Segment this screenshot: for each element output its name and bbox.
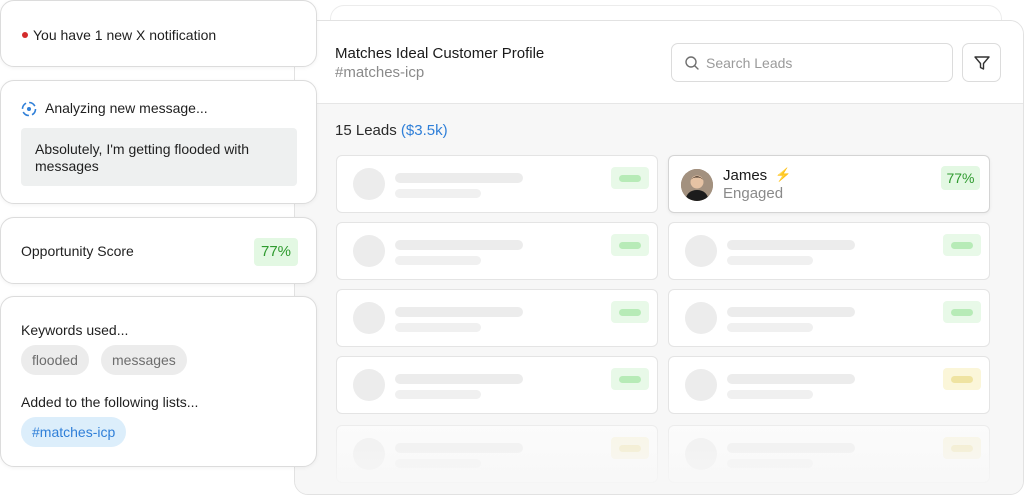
panel-header: Matches Ideal Customer Profile #matches-… xyxy=(295,21,1023,104)
analysis-title: Analyzing new message... xyxy=(45,100,208,116)
opportunity-score-badge: 77% xyxy=(254,238,298,266)
notification-text: You have 1 new X notification xyxy=(33,27,217,43)
name-placeholder xyxy=(395,374,523,384)
leads-panel: Matches Ideal Customer Profile #matches-… xyxy=(294,20,1024,495)
opportunity-score-card: Opportunity Score 77% xyxy=(0,217,317,284)
score-placeholder xyxy=(943,368,981,390)
filter-icon xyxy=(973,55,990,70)
analyzed-message: Absolutely, I'm getting flooded with mes… xyxy=(21,128,297,186)
status-placeholder xyxy=(727,459,813,468)
lists-label: Added to the following lists... xyxy=(21,394,199,410)
avatar-placeholder xyxy=(685,302,717,334)
name-placeholder xyxy=(395,443,523,453)
status-placeholder xyxy=(395,189,481,198)
lead-card-placeholder[interactable] xyxy=(668,289,990,347)
lead-card-placeholder[interactable] xyxy=(336,222,658,280)
avatar-placeholder xyxy=(353,438,385,470)
search-icon xyxy=(685,56,699,70)
status-placeholder xyxy=(727,323,813,332)
name-placeholder xyxy=(395,307,523,317)
opportunity-score-label: Opportunity Score xyxy=(21,243,134,259)
avatar-placeholder xyxy=(353,302,385,334)
spinner-icon xyxy=(21,101,37,117)
score-placeholder xyxy=(943,301,981,323)
bolt-icon: ⚡ xyxy=(775,167,792,182)
status-placeholder xyxy=(727,256,813,265)
status-placeholder xyxy=(395,256,481,265)
panel-subtitle: #matches-icp xyxy=(335,64,425,81)
status-placeholder xyxy=(395,390,481,399)
lead-card-placeholder[interactable] xyxy=(336,289,658,347)
name-placeholder xyxy=(727,240,855,250)
name-placeholder xyxy=(727,443,855,453)
name-placeholder xyxy=(395,173,523,183)
score-placeholder xyxy=(611,301,649,323)
leads-count-text: 15 Leads xyxy=(335,122,397,139)
lead-name: James xyxy=(723,167,768,184)
search-box[interactable] xyxy=(671,43,953,82)
name-placeholder xyxy=(395,240,523,250)
analysis-card: Analyzing new message... Absolutely, I'm… xyxy=(0,80,317,204)
score-placeholder xyxy=(611,167,649,189)
name-placeholder xyxy=(727,307,855,317)
status-placeholder xyxy=(395,459,481,468)
list-chip[interactable]: #matches-icp xyxy=(21,417,127,447)
lead-card-placeholder[interactable] xyxy=(668,222,990,280)
score-placeholder xyxy=(611,368,649,390)
keyword-chip[interactable]: flooded xyxy=(21,345,89,375)
panel-title: Matches Ideal Customer Profile xyxy=(335,45,545,62)
keywords-card: Keywords used... flooded messages Added … xyxy=(0,296,317,467)
avatar-placeholder xyxy=(353,369,385,401)
score-placeholder xyxy=(943,437,981,459)
filter-button[interactable] xyxy=(962,43,1001,82)
score-placeholder xyxy=(611,437,649,459)
avatar-placeholder xyxy=(353,168,385,200)
lead-card-placeholder[interactable] xyxy=(336,155,658,213)
status-placeholder xyxy=(395,323,481,332)
red-dot-icon xyxy=(22,32,28,38)
avatar-placeholder xyxy=(353,235,385,267)
avatar-placeholder xyxy=(685,369,717,401)
avatar-placeholder xyxy=(685,438,717,470)
keyword-chip[interactable]: messages xyxy=(101,345,187,375)
avatar-placeholder xyxy=(685,235,717,267)
lead-card-placeholder[interactable] xyxy=(668,425,990,483)
status-placeholder xyxy=(727,390,813,399)
avatar xyxy=(681,169,713,201)
leads-count: 15 Leads ($3.5k) xyxy=(335,122,448,139)
score-placeholder xyxy=(943,234,981,256)
leads-value: ($3.5k) xyxy=(400,122,448,139)
lead-score-badge: 77% xyxy=(941,166,980,190)
lead-card-placeholder[interactable] xyxy=(336,425,658,483)
lead-card-james[interactable]: James ⚡ Engaged 77% xyxy=(668,155,990,213)
notification-card[interactable]: You have 1 new X notification xyxy=(0,0,317,67)
lead-card-placeholder[interactable] xyxy=(336,356,658,414)
search-input[interactable] xyxy=(706,52,936,74)
avatar-image xyxy=(681,169,713,201)
name-placeholder xyxy=(727,374,855,384)
lead-card-placeholder[interactable] xyxy=(668,356,990,414)
lead-status: Engaged xyxy=(723,185,784,202)
score-placeholder xyxy=(611,234,649,256)
keywords-label: Keywords used... xyxy=(21,322,129,338)
